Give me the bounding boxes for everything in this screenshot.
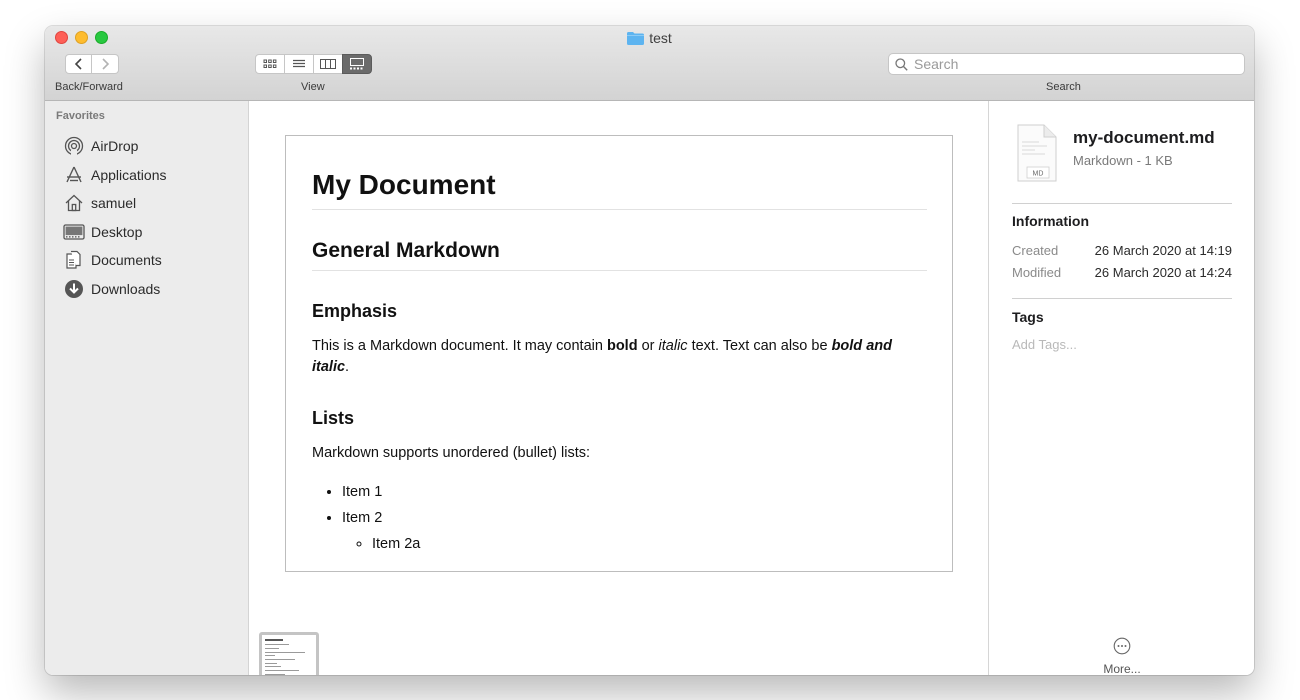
forward-button[interactable] [92,54,119,74]
sidebar-item-label: samuel [91,195,137,212]
sidebar-list: AirDrop Applications samuel Desktop Docu… [63,132,167,303]
gallery-view-button[interactable] [342,54,372,74]
info-row-modified: Modified 26 March 2020 at 14:24 [1012,265,1232,280]
preview-inspector: MD my-document.md Markdown - 1 KB Inform… [988,101,1254,675]
thumb-line [265,674,285,675]
file-thumbnail[interactable] [259,632,319,675]
doc-paragraph-lists: Markdown supports unordered (bullet) lis… [312,445,591,461]
thumb-line [265,648,279,649]
folder-icon [627,32,645,45]
back-forward-group [65,54,119,74]
toolbar: test Back/Forward View Search Search [45,26,1254,101]
thumb-line [265,666,281,667]
gallery-icon [350,58,364,70]
thumb-line [265,670,299,671]
sidebar: Favorites AirDrop Applications samuel De… [45,101,249,675]
desktop-icon [63,222,85,242]
applications-icon [63,165,85,185]
doc-heading-lists: Lists [312,408,355,428]
list-item-text: Item 2 [342,510,383,526]
back-forward-label: Back/Forward [55,81,123,93]
window-title: test [45,30,1254,46]
doc-sub-list: Item 2a [342,531,927,557]
sidebar-item-label: Downloads [91,280,161,297]
columns-icon [320,59,336,69]
divider [1012,203,1232,204]
column-view-button[interactable] [313,54,343,74]
airdrop-icon [63,136,85,157]
sidebar-item-label: Applications [91,166,167,183]
view-mode-group [255,54,372,74]
markdown-preview[interactable]: My Document General Markdown Emphasis Th… [285,135,953,572]
more-ellipsis-icon [1113,637,1131,655]
file-type-badge: MD [1033,171,1044,178]
markdown-file-icon: MD [1017,124,1057,182]
info-row-created: Created 26 March 2020 at 14:19 [1012,243,1232,258]
sidebar-item-documents[interactable]: Documents [63,246,167,275]
sidebar-item-label: AirDrop [91,138,139,155]
gallery-preview: My Document General Markdown Emphasis Th… [250,101,988,675]
chevron-left-icon [74,58,82,70]
thumb-line [265,652,305,653]
text-run: This is a Markdown document. It may cont… [312,338,607,354]
sidebar-item-downloads[interactable]: Downloads [63,275,167,304]
icon-view-button[interactable] [255,54,285,74]
thumb-line [265,655,275,656]
downloads-icon [63,279,85,299]
search-field[interactable] [888,53,1245,75]
sidebar-item-label: Desktop [91,223,143,240]
list-item: Item 1 [342,479,927,505]
sidebar-heading-favorites: Favorites [56,110,105,122]
text-run: text. Text can also be [687,338,832,354]
sidebar-item-label: Documents [91,252,162,269]
created-value: 26 March 2020 at 14:19 [1094,243,1232,258]
window-title-text: test [649,30,672,46]
thumb-line [265,663,277,664]
add-tags-field[interactable]: Add Tags... [1012,337,1077,352]
information-heading: Information [1012,213,1089,229]
back-button[interactable] [65,54,92,74]
italic-text: italic [658,338,688,354]
sidebar-item-airdrop[interactable]: AirDrop [63,132,167,161]
text-run: or [637,338,659,354]
more-button[interactable]: More... [989,637,1254,675]
sidebar-item-applications[interactable]: Applications [63,161,167,190]
view-label: View [301,81,325,93]
list-item: Item 2a [372,531,927,557]
thumb-line [265,644,289,645]
documents-icon [63,250,85,270]
icon-grid-icon [263,59,277,68]
tags-heading: Tags [1012,309,1044,325]
sidebar-item-samuel[interactable]: samuel [63,189,167,218]
more-label: More... [1103,662,1141,675]
thumb-line [265,659,295,660]
doc-paragraph-emphasis: This is a Markdown document. It may cont… [312,336,927,378]
search-label: Search [1046,81,1081,93]
file-name: my-document.md [1073,128,1215,147]
doc-bullet-list: Item 1 Item 2 Item 2a [312,479,927,557]
list-view-button[interactable] [284,54,314,74]
text-run: . [345,359,350,375]
doc-heading-1: My Document [312,169,927,210]
modified-value: 26 March 2020 at 14:24 [1094,265,1232,280]
sidebar-item-desktop[interactable]: Desktop [63,218,167,247]
search-icon [895,57,908,71]
chevron-right-icon [102,58,110,70]
thumb-line [265,639,283,641]
doc-heading-emphasis: Emphasis [312,301,398,321]
divider [1012,298,1232,299]
finder-window: test Back/Forward View Search Search Fav… [45,26,1254,675]
search-input[interactable] [912,55,1236,73]
bold-text: bold [606,338,638,354]
created-label: Created [1012,243,1059,258]
doc-heading-2: General Markdown [312,239,927,271]
list-icon [293,59,305,68]
modified-label: Modified [1012,265,1062,280]
list-item: Item 2 Item 2a [342,505,927,557]
file-kind-size: Markdown - 1 KB [1073,153,1173,168]
home-icon [63,193,85,213]
